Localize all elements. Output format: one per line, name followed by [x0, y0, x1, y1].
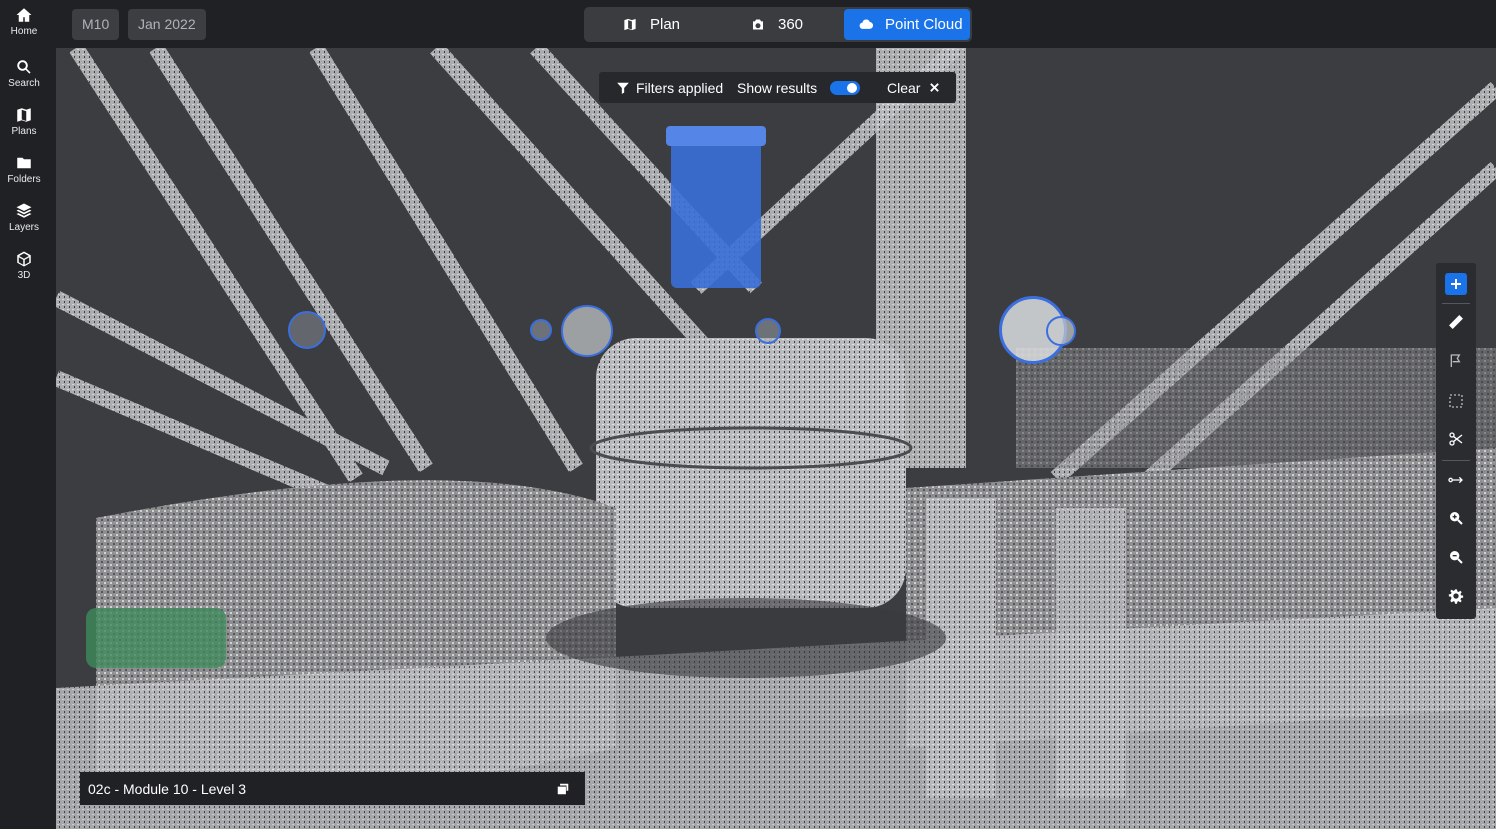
sidebar-item-label: Home [10, 26, 38, 37]
map-icon [624, 18, 636, 31]
toolbar-divider [1442, 303, 1470, 304]
sidebar-item-plans[interactable]: Plans [0, 102, 48, 148]
zoom-out-button[interactable] [1436, 540, 1476, 574]
sidebar-item-home[interactable]: Home [0, 2, 48, 48]
settings-icon [1448, 589, 1464, 604]
toggle-knob [847, 83, 857, 93]
zoom-out-icon [1450, 551, 1463, 564]
clear-label: Clear [887, 80, 921, 96]
scissors-tool-button[interactable] [1436, 422, 1476, 456]
sidebar-item-folders[interactable]: Folders [0, 150, 48, 196]
scissors-icon [1449, 432, 1463, 446]
filters-applied-label: Filters applied [636, 80, 724, 96]
camera-position-marker[interactable] [530, 319, 552, 341]
add-icon-bg [1445, 273, 1467, 295]
right-toolbar [1436, 263, 1476, 619]
location-label: 02c - Module 10 - Level 3 [88, 781, 246, 797]
map-icon [17, 108, 31, 122]
sidebar-item-3d[interactable]: 3D [0, 246, 48, 292]
view-mode-label: 360 [778, 16, 804, 33]
home-icon [16, 8, 32, 22]
folder-icon [17, 157, 31, 169]
camera-icon [753, 19, 763, 30]
date-chip[interactable]: Jan 2022 [128, 9, 206, 40]
show-results-label: Show results [737, 80, 818, 96]
left-sidebar: Home Search Plans Folders Layers 3D [0, 0, 48, 829]
measure-line-icon [1448, 476, 1463, 484]
flag-tool-button[interactable] [1436, 344, 1476, 378]
filter-icon [617, 82, 629, 94]
view-mode-toggle: Plan 360 Point Cloud [584, 7, 972, 42]
sidebar-item-label: 3D [17, 270, 31, 281]
view-mode-label: Point Cloud [885, 16, 963, 33]
ruler-icon [1449, 315, 1463, 329]
view-mode-label: Plan [650, 16, 681, 33]
sidebar-item-label: Layers [8, 222, 39, 233]
sidebar-item-label: Search [8, 78, 40, 89]
sidebar-item-label: Folders [7, 174, 41, 185]
search-icon [17, 60, 31, 74]
camera-position-marker[interactable] [561, 305, 613, 357]
sidebar-item-layers[interactable]: Layers [0, 198, 48, 244]
zoom-in-button[interactable] [1436, 501, 1476, 535]
filter-bar: Filters applied Show results Clear [599, 72, 956, 103]
sidebar-item-label: Plans [11, 126, 37, 137]
clear-filters-button[interactable]: Clear [881, 72, 951, 103]
top-bar: M10 Jan 2022 Plan 360 Point Cloud [48, 0, 1496, 48]
measure-line-tool-button[interactable] [1436, 463, 1476, 497]
view-mode-point-cloud-button[interactable]: Point Cloud [844, 9, 970, 40]
add-button[interactable] [1436, 265, 1476, 299]
view-mode-plan-button[interactable]: Plan [586, 9, 712, 40]
selection-box-icon [1449, 394, 1463, 408]
view-mode-360-button[interactable]: 360 [714, 9, 840, 40]
add-icon [1451, 279, 1461, 289]
camera-position-marker[interactable] [1046, 316, 1076, 346]
show-results-toggle[interactable] [830, 81, 860, 95]
cloud-icon [859, 19, 874, 29]
camera-position-marker[interactable] [288, 311, 326, 349]
layers-icon [16, 203, 32, 218]
camera-position-marker[interactable] [755, 318, 781, 344]
settings-button[interactable] [1436, 579, 1476, 613]
cube-icon [17, 251, 31, 267]
flag-icon [1450, 354, 1461, 367]
zoom-in-icon [1450, 512, 1463, 525]
ruler-tool-button[interactable] [1436, 305, 1476, 339]
close-icon [930, 83, 939, 92]
module-chip[interactable]: M10 [72, 9, 120, 40]
toolbar-divider [1442, 460, 1470, 461]
selection-box-tool-button[interactable] [1436, 384, 1476, 418]
location-bar[interactable]: 02c - Module 10 - Level 3 [80, 772, 585, 805]
windows-stack-icon[interactable] [556, 782, 570, 796]
sidebar-item-search[interactable]: Search [0, 54, 48, 100]
point-cloud-scene [56, 48, 1496, 829]
point-cloud-viewport[interactable] [56, 48, 1496, 829]
